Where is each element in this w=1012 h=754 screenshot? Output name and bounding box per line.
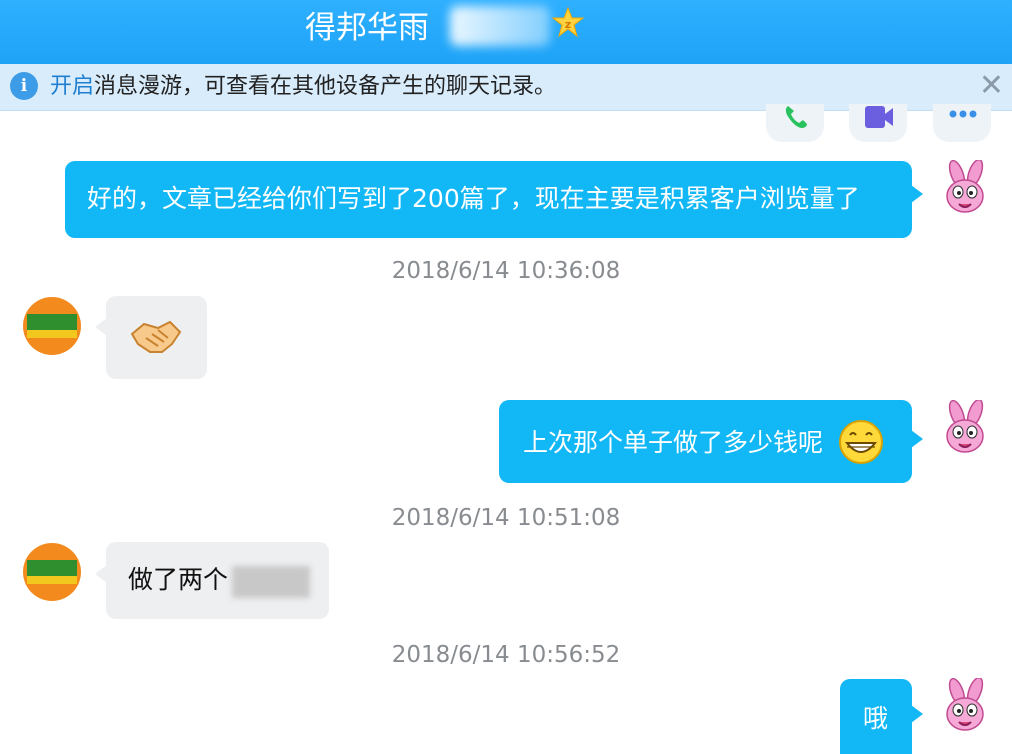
self-avatar[interactable] <box>935 160 995 220</box>
self-avatar[interactable] <box>935 678 995 738</box>
bubble-tail <box>95 318 107 336</box>
notice-message: 消息漫游，可查看在其他设备产生的聊天记录。 <box>94 74 557 99</box>
message-text: 上次那个单子做了多少钱呢 <box>523 428 824 457</box>
svg-text:z: z <box>565 18 571 31</box>
phone-call-icon <box>785 106 807 128</box>
redacted-amount <box>232 566 310 598</box>
grin-emoji <box>839 420 883 464</box>
message-timestamp: 2018/6/14 10:56:52 <box>391 642 621 668</box>
info-icon: i <box>10 72 38 100</box>
enable-roaming-link[interactable]: 开启 <box>50 74 94 99</box>
notice-text: 开启消息漫游，可查看在其他设备产生的聊天记录。 <box>50 72 556 102</box>
vip-star-badge-icon: z <box>552 6 584 38</box>
bubble-tail <box>911 430 923 448</box>
close-icon[interactable]: ✕ <box>979 70 1004 102</box>
handshake-emoji <box>130 320 182 353</box>
bubble-tail <box>911 705 923 723</box>
more-options-icon <box>949 110 977 118</box>
title-bar: 得邦华雨 z <box>0 0 1012 64</box>
bubble-tail <box>911 185 923 203</box>
message-timestamp: 2018/6/14 10:51:08 <box>391 505 621 531</box>
outgoing-message-bubble[interactable]: 哦 <box>840 679 912 754</box>
message-text: 做了两个 <box>128 565 229 594</box>
outgoing-message-bubble[interactable]: 好的，文章已经给你们写到了200篇了，现在主要是积累客户浏览量了 <box>65 161 912 238</box>
outgoing-message-bubble[interactable]: 上次那个单子做了多少钱呢 <box>499 400 912 483</box>
message-text: 好的，文章已经给你们写到了200篇了，现在主要是积累客户浏览量了 <box>87 184 860 213</box>
contact-avatar[interactable] <box>22 542 82 602</box>
redacted-title-part <box>450 6 550 46</box>
incoming-message-bubble[interactable] <box>106 296 207 379</box>
incoming-message-bubble[interactable]: 做了两个 <box>106 542 329 619</box>
more-options-button[interactable] <box>933 104 991 142</box>
self-avatar[interactable] <box>935 400 995 460</box>
video-call-button[interactable] <box>849 104 907 142</box>
message-text: 哦 <box>863 704 889 733</box>
bubble-tail <box>95 565 107 583</box>
phone-call-button[interactable] <box>766 104 824 142</box>
message-timestamp: 2018/6/14 10:36:08 <box>391 258 621 284</box>
chat-title: 得邦华雨 <box>305 10 429 46</box>
video-call-icon <box>865 106 893 128</box>
contact-avatar[interactable] <box>22 296 82 356</box>
